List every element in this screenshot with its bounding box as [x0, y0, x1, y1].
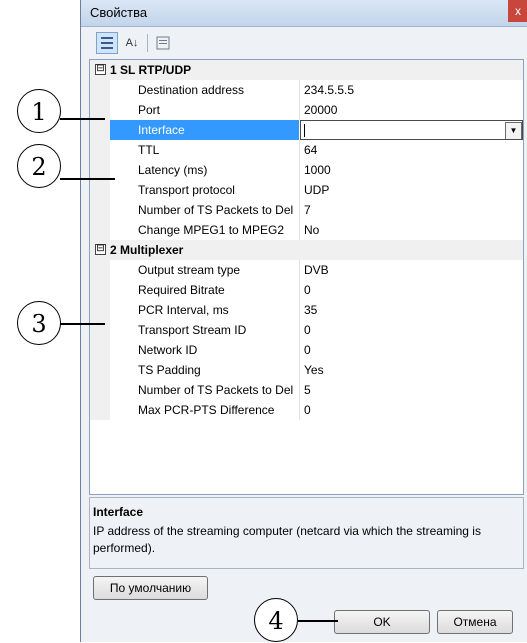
categorized-view-icon[interactable] [96, 32, 118, 54]
categorized-icon-svg [101, 37, 113, 49]
property-name: Max PCR-PTS Difference [90, 400, 299, 420]
column-divider [299, 360, 300, 380]
property-value[interactable]: 5 [304, 380, 523, 400]
callout-1-leader [60, 118, 105, 120]
defaults-button[interactable]: По умолчанию [93, 576, 208, 600]
cancel-button[interactable]: Отмена [437, 610, 513, 634]
column-divider [299, 280, 300, 300]
property-row-latency[interactable]: Latency (ms) 1000 [90, 160, 523, 180]
column-divider [299, 220, 300, 240]
interface-select[interactable]: ▼ [300, 120, 523, 140]
property-value[interactable]: 0 [304, 340, 523, 360]
property-name: Change MPEG1 to MPEG2 [90, 220, 299, 240]
properties-dialog: Свойства x A↓ ⊟ 1 SL RTP/UDP Destination… [80, 0, 527, 642]
property-row-transport-stream-id[interactable]: Transport Stream ID 0 [90, 320, 523, 340]
callout-4: 4 [254, 598, 298, 642]
column-divider [299, 140, 300, 160]
property-row-network-id[interactable]: Network ID 0 [90, 340, 523, 360]
category-label: 2 Multiplexer [110, 243, 184, 257]
collapse-icon[interactable]: ⊟ [95, 244, 106, 255]
property-name: Required Bitrate [90, 280, 299, 300]
property-name: Output stream type [90, 260, 299, 280]
property-row-max-pcr-pts[interactable]: Max PCR-PTS Difference 0 [90, 400, 523, 420]
toolbar-separator [147, 34, 148, 52]
toolbar: A↓ [89, 30, 189, 56]
ok-button[interactable]: OK [334, 610, 430, 634]
callout-3-leader [60, 323, 105, 325]
property-name: Port [90, 100, 299, 120]
description-text: IP address of the streaming computer (ne… [93, 524, 481, 555]
column-divider [299, 100, 300, 120]
dropdown-arrow-icon[interactable]: ▼ [505, 122, 522, 139]
property-row-required-bitrate[interactable]: Required Bitrate 0 [90, 280, 523, 300]
property-value[interactable]: No [304, 220, 523, 240]
property-row-destination-address[interactable]: Destination address 234.5.5.5 [90, 80, 523, 100]
property-value[interactable]: 0 [304, 400, 523, 420]
column-divider [299, 200, 300, 220]
property-name: TTL [90, 140, 299, 160]
column-divider [299, 180, 300, 200]
property-value[interactable]: 0 [304, 320, 523, 340]
collapse-icon[interactable]: ⊟ [95, 64, 106, 75]
column-divider [299, 80, 300, 100]
property-name: Transport Stream ID [90, 320, 299, 340]
callout-2: 2 [17, 144, 61, 188]
column-divider [299, 380, 300, 400]
property-name: Number of TS Packets to Del [90, 200, 299, 220]
property-name: TS Padding [90, 360, 299, 380]
dialog-title: Свойства [90, 5, 148, 20]
property-pages-svg [156, 36, 170, 50]
column-divider [299, 300, 300, 320]
property-grid: ⊟ 1 SL RTP/UDP Destination address 234.5… [89, 59, 524, 495]
property-row-pcr-interval[interactable]: PCR Interval, ms 35 [90, 300, 523, 320]
property-row-change-mpeg[interactable]: Change MPEG1 to MPEG2 No [90, 220, 523, 240]
property-value[interactable]: 20000 [304, 100, 523, 120]
property-name: Transport protocol [90, 180, 299, 200]
property-row-output-stream-type[interactable]: Output stream type DVB [90, 260, 523, 280]
property-name: Latency (ms) [90, 160, 299, 180]
column-divider [299, 400, 300, 420]
property-name: Number of TS Packets to Del [90, 380, 299, 400]
property-value[interactable]: DVB [304, 260, 523, 280]
category-multiplexer[interactable]: ⊟ 2 Multiplexer [90, 240, 523, 260]
property-value[interactable]: 1000 [304, 160, 523, 180]
description-panel: Interface IP address of the streaming co… [89, 497, 524, 569]
property-value[interactable]: 234.5.5.5 [304, 80, 523, 100]
column-divider [299, 160, 300, 180]
property-row-transport-protocol[interactable]: Transport protocol UDP [90, 180, 523, 200]
alphabetical-sort-icon[interactable]: A↓ [121, 32, 143, 54]
column-divider [299, 320, 300, 340]
property-pages-icon[interactable] [152, 32, 174, 54]
property-name: Network ID [90, 340, 299, 360]
property-name: Destination address [90, 80, 299, 100]
property-name: PCR Interval, ms [90, 300, 299, 320]
text-caret [304, 124, 305, 137]
column-divider [299, 260, 300, 280]
callout-2-leader [60, 178, 115, 180]
property-row-interface[interactable]: Interface ▼ [90, 120, 523, 140]
callout-4-leader [298, 620, 338, 622]
property-row-ts-padding[interactable]: TS Padding Yes [90, 360, 523, 380]
property-row-ts-packets-2[interactable]: Number of TS Packets to Del 5 [90, 380, 523, 400]
callout-1: 1 [17, 89, 61, 133]
description-title: Interface [93, 505, 144, 519]
property-row-port[interactable]: Port 20000 [90, 100, 523, 120]
property-row-ttl[interactable]: TTL 64 [90, 140, 523, 160]
callout-3: 3 [17, 301, 61, 345]
property-value[interactable]: 7 [304, 200, 523, 220]
property-name: Interface [90, 120, 299, 140]
column-divider [299, 340, 300, 360]
category-sl-rtp-udp[interactable]: ⊟ 1 SL RTP/UDP [90, 60, 523, 80]
title-bar: Свойства x [81, 0, 527, 27]
property-value[interactable]: Yes [304, 360, 523, 380]
property-value[interactable]: 64 [304, 140, 523, 160]
category-label: 1 SL RTP/UDP [110, 63, 192, 77]
property-value[interactable]: 0 [304, 280, 523, 300]
property-value[interactable]: 35 [304, 300, 523, 320]
close-icon[interactable]: x [508, 0, 527, 22]
property-value[interactable]: UDP [304, 180, 523, 200]
property-row-ts-packets[interactable]: Number of TS Packets to Del 7 [90, 200, 523, 220]
